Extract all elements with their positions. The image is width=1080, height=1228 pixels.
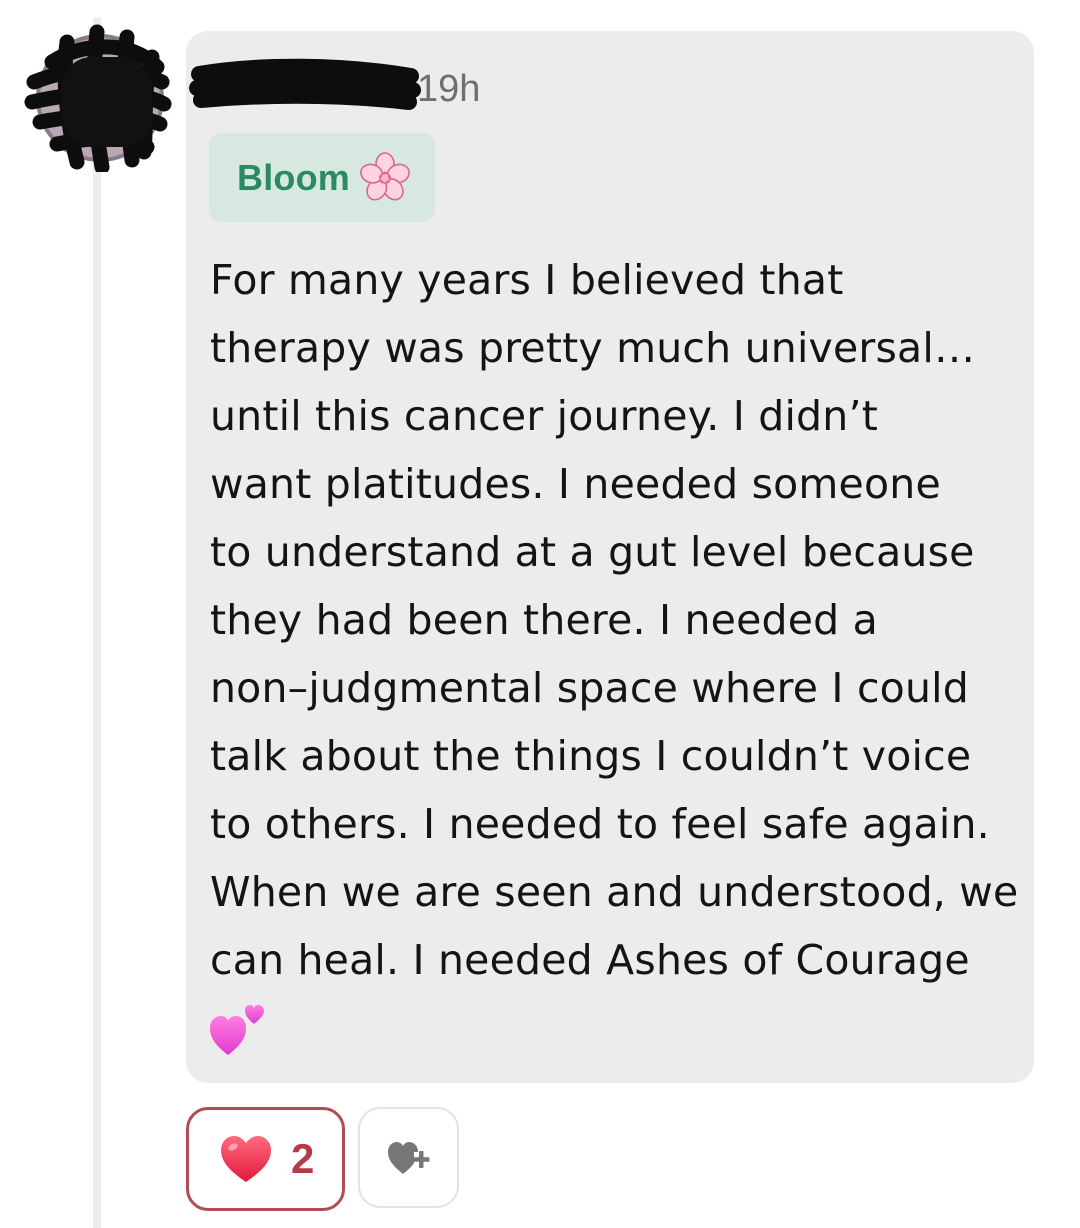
comment-body-line: For many years I believed that (210, 256, 844, 304)
comment-timestamp: 19h (417, 68, 481, 110)
comment-body-line: non–judgmental space where I could (210, 664, 969, 712)
comment-body-line: to understand at a gut level because (210, 528, 975, 576)
comment-body-line: talk about the things I couldn’t voice (210, 732, 972, 780)
thread-line (93, 18, 101, 1228)
heart-reaction-button[interactable]: 2 (186, 1107, 345, 1211)
comment-body-line: therapy was pretty much universal… (210, 324, 976, 372)
comment-body-line: they had been there. I needed a (210, 596, 878, 644)
add-reaction-heart-icon (387, 1141, 429, 1174)
flair-label: Bloom (237, 156, 350, 198)
author-name-redacted[interactable] (189, 52, 421, 114)
comment-body: For many years I believed that therapy w… (210, 246, 1020, 994)
comment-body-line: When we are seen and understood, we (210, 868, 1019, 916)
comment-body-line: can heal. I needed Ashes of Courage (210, 936, 970, 984)
cherry-blossom-icon (360, 151, 410, 200)
two-hearts-icon (210, 1005, 264, 1055)
add-reaction-button[interactable] (358, 1107, 459, 1208)
heart-reaction-count: 2 (291, 1135, 315, 1182)
comment-body-line: want platitudes. I needed someone (210, 460, 941, 508)
red-heart-icon (221, 1136, 271, 1182)
comment-body-line: to others. I needed to feel safe again. (210, 800, 990, 848)
comment-body-line: until this cancer journey. I didn’t (210, 392, 878, 440)
user-flair-badge: Bloom (209, 133, 435, 222)
avatar[interactable] (22, 22, 172, 172)
